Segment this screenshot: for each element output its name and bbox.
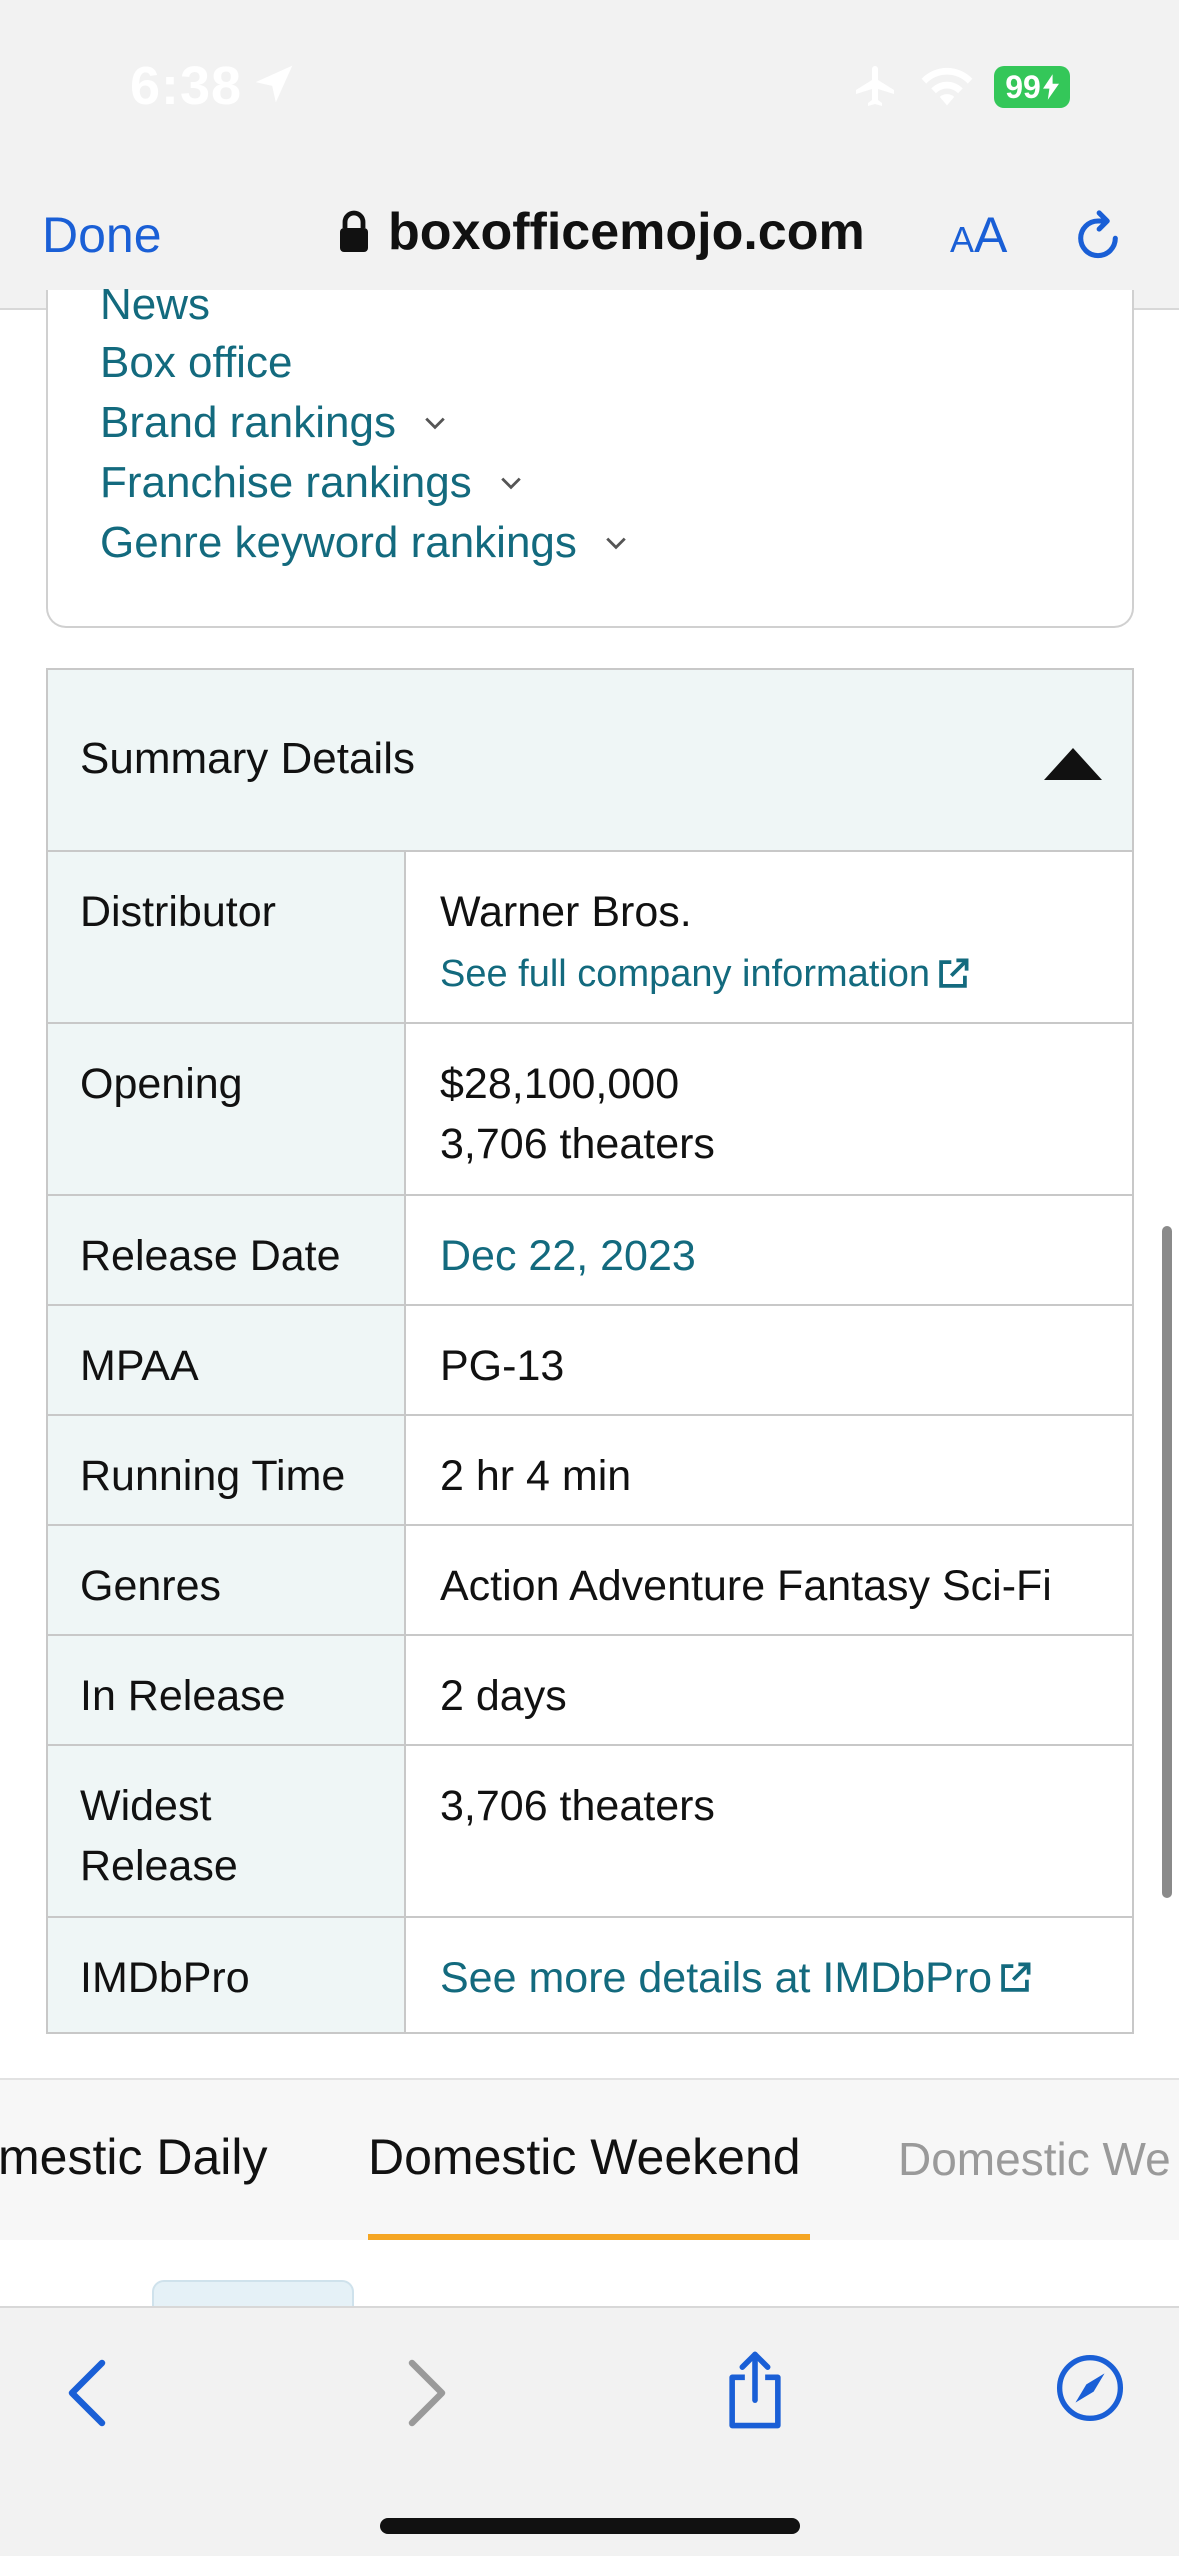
row-value: See more details at IMDbPro (408, 1918, 1132, 2032)
row-label: Distributor (48, 852, 406, 1022)
chevron-down-icon (425, 417, 445, 430)
row-label: Running Time (48, 1416, 406, 1524)
row-label: IMDbPro (48, 1918, 406, 2032)
chevron-down-icon (500, 477, 521, 490)
row-value: Action Adventure Fantasy Sci-Fi (440, 1562, 1052, 1610)
nav-link-brand-rankings[interactable]: Brand rankings (100, 398, 446, 448)
nav-menu-card: News Box office Brand rankings Franchise… (46, 280, 1134, 628)
chevron-down-icon (606, 537, 626, 550)
external-link-icon (1001, 1962, 1031, 1992)
battery-level: 99 (1005, 68, 1041, 105)
table-row-genres: Genres Action Adventure Fantasy Sci-Fi (48, 1526, 1132, 1636)
location-arrow-icon (255, 65, 293, 103)
forward-arrow-icon[interactable] (402, 2358, 452, 2428)
scrollbar[interactable] (1162, 1226, 1172, 1898)
home-indicator[interactable] (380, 2518, 800, 2534)
row-value: PG-13 (440, 1342, 565, 1390)
row-value: 3,706 theaters (440, 1782, 715, 1830)
tab-bar: mestic Daily Domestic Weekend Domestic W… (0, 2078, 1179, 2240)
share-icon[interactable] (722, 2348, 788, 2432)
nav-link-label: Box office (100, 338, 293, 387)
row-value: Warner Bros. See full company informatio… (408, 852, 1132, 1022)
external-link-icon (939, 958, 969, 988)
row-label: In Release (48, 1636, 406, 1744)
nav-link-label: Brand rankings (100, 398, 396, 447)
address-bar[interactable]: boxofficemojo.com (338, 202, 865, 262)
nav-link-label: News (100, 280, 211, 329)
summary-details-title: Summary Details (80, 734, 415, 783)
tab-domestic-weekly[interactable]: Domestic We (898, 2132, 1171, 2186)
charging-bolt-icon (1042, 74, 1059, 100)
row-value: 2 days (440, 1672, 567, 1720)
release-date-link[interactable]: Dec 22, 2023 (440, 1232, 696, 1280)
back-arrow-icon[interactable] (62, 2358, 112, 2428)
row-label: Widest Release (48, 1746, 406, 1916)
company-info-link[interactable]: See full company information (440, 944, 970, 1004)
nav-link-franchise-rankings[interactable]: Franchise rankings (100, 458, 522, 508)
content-peek (0, 2240, 1179, 2306)
nav-link-box-office[interactable]: Box office (100, 338, 292, 388)
table-row-running-time: Running Time 2 hr 4 min (48, 1416, 1132, 1526)
row-value: 2 hr 4 min (440, 1452, 632, 1500)
row-value: Dec 22, 2023 (408, 1196, 1132, 1304)
wifi-icon (921, 67, 973, 106)
row-label: Genres (48, 1526, 406, 1634)
opening-theaters: 3,706 theaters (440, 1120, 715, 1168)
summary-details-table: Summary Details Distributor Warner Bros.… (46, 668, 1134, 2034)
caret-up-icon[interactable] (1044, 748, 1102, 780)
nav-link-label: Genre keyword rankings (100, 518, 577, 567)
peek-pill (152, 2280, 354, 2306)
table-row-mpaa: MPAA PG-13 (48, 1306, 1132, 1416)
bottom-toolbar (0, 2306, 1179, 2556)
tab-domestic-weekend[interactable]: Domestic Weekend (368, 2128, 801, 2186)
airplane-icon (856, 66, 894, 106)
text-size-small-glyph: A (950, 219, 975, 260)
summary-details-header[interactable]: Summary Details (48, 670, 1132, 852)
table-row-release-date: Release Date Dec 22, 2023 (48, 1196, 1132, 1306)
row-label-line: Release (80, 1842, 238, 1890)
battery-indicator: 99 (994, 66, 1070, 108)
table-row-opening: Opening $28,100,000 3,706 theaters (48, 1024, 1132, 1196)
company-info-link-label: See full company information (440, 953, 931, 995)
opening-gross: $28,100,000 (440, 1060, 680, 1108)
table-row-distributor: Distributor Warner Bros. See full compan… (48, 852, 1132, 1024)
status-time: 6:38 (130, 56, 243, 116)
compass-icon[interactable] (1056, 2354, 1124, 2422)
table-row-imdbpro: IMDbPro See more details at IMDbPro (48, 1918, 1132, 2032)
nav-link-genre-keyword-rankings[interactable]: Genre keyword rankings (100, 518, 627, 568)
row-value: $28,100,000 3,706 theaters (408, 1024, 1132, 1194)
row-label: Release Date (48, 1196, 406, 1304)
row-label: Opening (48, 1024, 406, 1194)
table-row-in-release: In Release 2 days (48, 1636, 1132, 1746)
text-size-button[interactable]: AA (950, 206, 1007, 264)
url-text: boxofficemojo.com (388, 203, 865, 261)
reload-icon[interactable] (1070, 206, 1126, 266)
done-button[interactable]: Done (42, 206, 162, 264)
row-label: MPAA (48, 1306, 406, 1414)
tab-domestic-daily[interactable]: mestic Daily (0, 2128, 267, 2186)
imdbpro-link[interactable]: See more details at IMDbPro (440, 1948, 1032, 2008)
nav-link-label: Franchise rankings (100, 458, 472, 507)
imdbpro-link-label: See more details at IMDbPro (440, 1954, 993, 2002)
table-row-widest-release: Widest Release 3,706 theaters (48, 1746, 1132, 1918)
lock-icon (340, 210, 368, 252)
nav-link-news[interactable]: News (100, 280, 210, 330)
distributor-name: Warner Bros. (440, 888, 692, 936)
text-size-large-glyph: A (974, 207, 1008, 263)
row-label-line: Widest (80, 1782, 212, 1830)
status-bar: 6:38 99 (0, 0, 1179, 170)
